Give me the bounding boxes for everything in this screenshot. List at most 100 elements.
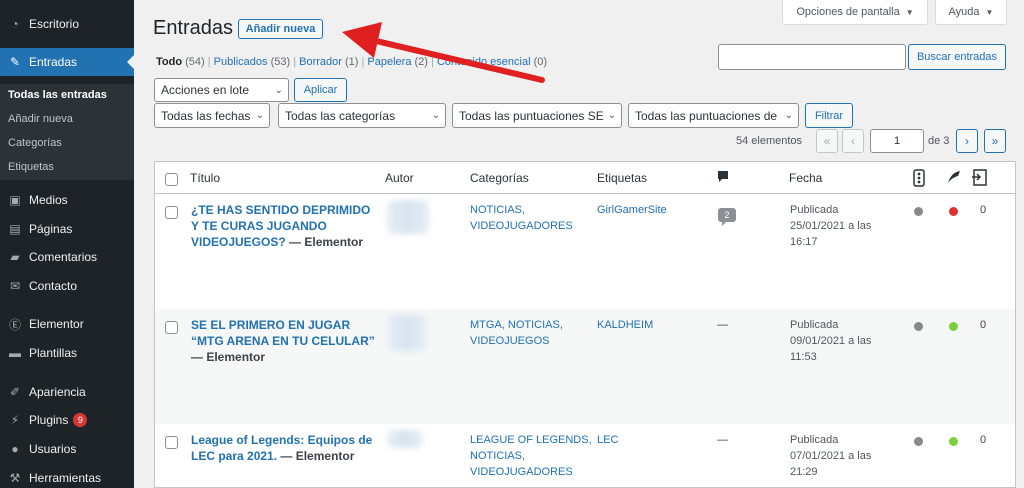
brush-icon: ✐ — [9, 385, 21, 399]
seo-score-dot — [914, 322, 923, 331]
category-link[interactable]: NOTICIAS, — [470, 202, 573, 218]
caret-down-icon: ▼ — [985, 7, 994, 17]
author-name-blurred — [387, 315, 427, 351]
menu-label: Medios — [29, 193, 68, 207]
date-text: 07/01/2021 a las — [790, 450, 872, 462]
menu-contacto[interactable]: ✉ Contacto — [0, 272, 134, 300]
menu-herramientas[interactable]: ⚒ Herramientas — [0, 464, 134, 488]
post-date: Publicada 09/01/2021 a las 11:53 — [790, 317, 871, 365]
col-author: Autor — [385, 171, 414, 185]
post-title-link[interactable]: SE EL PRIMERO EN JUGAR “MTG ARENA EN TU … — [191, 317, 381, 365]
screen-options-label: Opciones de pantalla — [796, 6, 900, 18]
row-checkbox[interactable] — [165, 206, 178, 219]
first-page-button[interactable]: « — [816, 129, 838, 153]
category-link[interactable]: LEAGUE OF LEGENDS, — [470, 432, 592, 448]
category-link[interactable]: VIDEOJUGADORES — [470, 464, 592, 480]
menu-label: Contacto — [29, 279, 78, 293]
col-categories: Categorías — [470, 171, 529, 185]
submenu-todas-las-entradas[interactable]: Todas las entradas — [8, 89, 107, 101]
time-text: 21:29 — [790, 466, 818, 478]
submenu-anadir-nueva[interactable]: Añadir nueva — [8, 113, 73, 125]
post-state: — Elementor — [285, 235, 364, 249]
add-new-button[interactable]: Añadir nueva — [238, 19, 323, 39]
post-status: Publicada — [790, 204, 839, 216]
help-label: Ayuda — [948, 6, 980, 18]
menu-paginas[interactable]: ▤ Páginas — [0, 215, 134, 243]
menu-comentarios[interactable]: ▰ Comentarios — [0, 243, 134, 271]
tag-link[interactable]: GirlGamerSite — [597, 202, 667, 218]
date-filter-select[interactable]: Todas las fechas ⌄ — [154, 103, 270, 128]
category-link[interactable]: VIDEOJUGADORES — [470, 218, 573, 234]
menu-label: Páginas — [29, 222, 73, 236]
comments-icon: ▰ — [10, 250, 20, 264]
bulk-actions-value: Acciones en lote — [161, 83, 250, 97]
links-icon — [971, 169, 989, 189]
prev-page-button[interactable]: ‹ — [842, 129, 864, 153]
wrench-icon: ⚒ — [9, 471, 21, 485]
author-name-blurred — [387, 200, 429, 234]
post-title-link[interactable]: League of Legends: Equipos de LEC para 2… — [191, 432, 381, 464]
select-all-checkbox[interactable] — [165, 173, 178, 186]
post-state: — Elementor — [277, 449, 355, 463]
menu-label: Plugins — [29, 413, 69, 427]
menu-plugins[interactable]: ⚡ Plugins 9 — [0, 406, 134, 434]
category-link[interactable]: NOTICIAS, — [470, 448, 592, 464]
tag-link[interactable]: KALDHEIM — [597, 317, 653, 333]
menu-escritorio[interactable]: ◔ Escritorio — [0, 10, 134, 38]
category-link[interactable]: MTGA, NOTICIAS, — [470, 317, 563, 333]
comment-count-bubble[interactable]: 2 — [718, 208, 736, 226]
row-checkbox[interactable] — [165, 321, 178, 334]
folder-icon: ▬ — [9, 346, 21, 360]
table-row: SE EL PRIMERO EN JUGAR “MTG ARENA EN TU … — [155, 309, 1015, 424]
bulk-actions-select[interactable]: Acciones en lote ⌄ — [154, 78, 289, 102]
table-row: ¿TE HAS SENTIDO DEPRIMIDO Y TE CURAS JUG… — [155, 194, 1015, 309]
readability-score-dot — [949, 207, 958, 216]
page-title: Entradas — [153, 17, 234, 39]
search-input[interactable] — [718, 44, 906, 70]
menu-medios[interactable]: ▣ Medios — [0, 186, 134, 214]
chevron-down-icon: ⌄ — [784, 110, 793, 121]
last-page-button[interactable]: » — [984, 129, 1006, 153]
post-categories: NOTICIAS, VIDEOJUGADORES — [470, 202, 573, 234]
submenu-categorias[interactable]: Categorías — [8, 137, 62, 149]
menu-entradas[interactable]: ✎ Entradas — [0, 48, 134, 76]
help-button[interactable]: Ayuda ▼ — [935, 0, 1007, 25]
menu-usuarios[interactable]: ● Usuarios — [0, 435, 134, 463]
date-filter-value: Todas las fechas — [161, 108, 251, 123]
items-count: 54 elementos — [736, 135, 803, 147]
menu-apariencia[interactable]: ✐ Apariencia — [0, 378, 134, 406]
category-link[interactable]: VIDEOJUEGOS — [470, 333, 563, 349]
main-content: Opciones de pantalla ▼ Ayuda ▼ Entradas … — [134, 0, 1024, 488]
screen-options-button[interactable]: Opciones de pantalla ▼ — [782, 0, 928, 25]
submenu-etiquetas[interactable]: Etiquetas — [8, 161, 54, 173]
category-filter-select[interactable]: Todas las categorías ⌄ — [278, 103, 446, 128]
readability-icon — [947, 170, 961, 187]
menu-label: Comentarios — [29, 250, 98, 264]
view-todo[interactable]: Todo — [156, 56, 182, 68]
readability-rating-filter-select[interactable]: Todas las puntuaciones de ⌄ — [628, 103, 799, 128]
total-pages: de 3 — [928, 135, 950, 147]
col-title-sort[interactable]: Título — [190, 171, 220, 185]
post-title-link[interactable]: ¿TE HAS SENTIDO DEPRIMIDO Y TE CURAS JUG… — [191, 202, 371, 250]
search-posts-button[interactable]: Buscar entradas — [908, 44, 1006, 70]
time-text: 11:53 — [790, 351, 817, 363]
menu-elementor[interactable]: Ⓔ Elementor — [0, 310, 134, 338]
filter-button[interactable]: Filtrar — [805, 103, 853, 128]
readability-score-dot — [949, 322, 958, 331]
tag-link[interactable]: LEC — [597, 432, 618, 448]
caret-down-icon: ▼ — [905, 7, 914, 17]
update-count-badge: 9 — [73, 413, 88, 427]
menu-plantillas[interactable]: ▬ Plantillas — [0, 339, 134, 367]
next-page-button[interactable]: › — [956, 129, 978, 153]
no-comments: — — [717, 319, 728, 331]
post-status: Publicada — [790, 434, 839, 446]
view-publicados[interactable]: Publicados — [214, 56, 268, 68]
row-checkbox[interactable] — [165, 436, 178, 449]
post-title-line: SE EL PRIMERO EN JUGAR — [191, 318, 351, 332]
current-page-input[interactable]: 1 — [870, 129, 924, 153]
col-date-sort[interactable]: Fecha — [789, 171, 822, 185]
date-text: 25/01/2021 a las — [790, 220, 872, 232]
seo-rating-filter-select[interactable]: Todas las puntuaciones SE ⌄ — [452, 103, 622, 128]
post-categories: MTGA, NOTICIAS, VIDEOJUEGOS — [470, 317, 563, 349]
post-title-line: ¿TE HAS SENTIDO DEPRIMIDO — [191, 203, 371, 217]
